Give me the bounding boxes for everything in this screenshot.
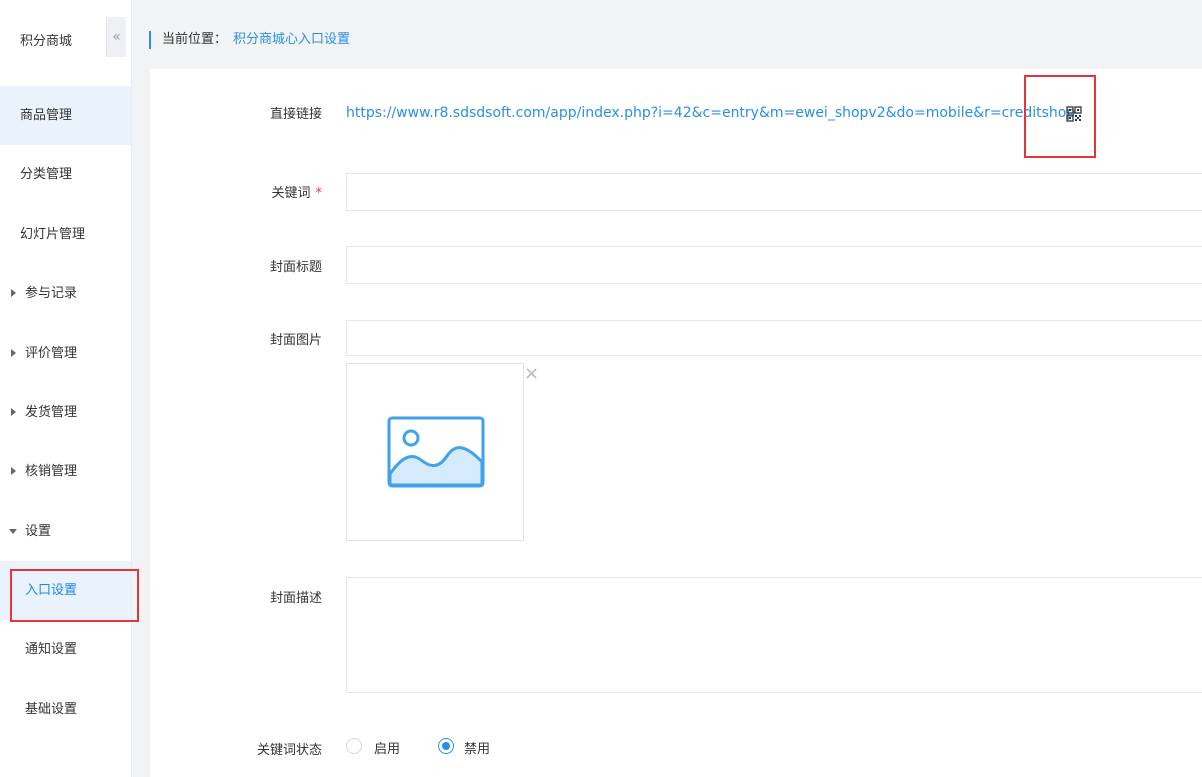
- collapse-sidebar-button[interactable]: «: [106, 17, 126, 57]
- caret-down-icon: [9, 529, 17, 534]
- radio-disable[interactable]: [438, 738, 454, 754]
- keyword-label-text: 关键词: [271, 186, 311, 201]
- breadcrumb-label: 当前位置：: [162, 32, 228, 47]
- caret-right-icon: [11, 289, 16, 297]
- caret-right-icon: [11, 408, 16, 416]
- double-chevron-left-icon: «: [112, 29, 121, 45]
- cover-description-label: 封面描述: [269, 591, 322, 606]
- radio-disable-label[interactable]: 禁用: [464, 738, 490, 757]
- sidebar-item-label: 入口设置: [25, 583, 78, 598]
- radio-enable[interactable]: [346, 738, 362, 754]
- sidebar-item-notification-settings[interactable]: 通知设置: [0, 620, 131, 679]
- cover-title-input[interactable]: [346, 246, 1202, 284]
- sidebar-item-label: 核销管理: [25, 464, 78, 479]
- direct-link-label: 直接链接: [269, 107, 322, 122]
- sidebar-item-shipping[interactable]: 发货管理: [0, 383, 131, 442]
- sidebar-item-label: 幻灯片管理: [20, 227, 86, 242]
- keyword-status-label: 关键词状态: [256, 743, 322, 758]
- qrcode-icon[interactable]: [1066, 106, 1082, 122]
- sidebar-item-label: 商品管理: [20, 108, 73, 123]
- main-panel: 直接链接 https://www.r8.sdsdsoft.com/app/ind…: [150, 69, 1202, 777]
- radio-enable-label[interactable]: 启用: [374, 738, 400, 757]
- sidebar-title: 积分商城: [20, 34, 73, 49]
- caret-right-icon: [11, 349, 16, 357]
- sidebar-item-verification[interactable]: 核销管理: [0, 442, 131, 501]
- direct-link-url[interactable]: https://www.r8.sdsdsoft.com/app/index.ph…: [346, 105, 1075, 121]
- cover-title-label: 封面标题: [269, 260, 322, 275]
- sidebar-item-entry-settings[interactable]: 入口设置: [0, 561, 131, 620]
- keyword-input[interactable]: [346, 173, 1202, 211]
- breadcrumb-current[interactable]: 积分商城心入口设置: [233, 32, 350, 47]
- sidebar-item-label: 基础设置: [25, 702, 78, 717]
- caret-right-icon: [11, 467, 16, 475]
- keyword-label: 关键词 *: [162, 182, 322, 201]
- sidebar-item-label: 参与记录: [25, 286, 78, 301]
- cover-description-textarea[interactable]: [346, 577, 1202, 693]
- sidebar-item-label: 设置: [25, 524, 52, 539]
- sidebar-item-label: 评价管理: [25, 346, 78, 361]
- sidebar-item-label: 分类管理: [20, 167, 73, 182]
- sidebar-item-products[interactable]: 商品管理: [0, 86, 131, 145]
- sidebar-item-settings[interactable]: 设置: [0, 502, 131, 561]
- sidebar-item-participation-records[interactable]: 参与记录: [0, 264, 131, 323]
- remove-image-icon[interactable]: ×: [524, 365, 539, 383]
- sidebar-item-reviews[interactable]: 评价管理: [0, 324, 131, 383]
- sidebar-item-basic-settings[interactable]: 基础设置: [0, 680, 131, 739]
- sidebar-item-categories[interactable]: 分类管理: [0, 145, 131, 204]
- sidebar: 积分商城 « 商品管理 分类管理 幻灯片管理 参与记录 评价管理 发货管理 核销…: [0, 0, 132, 777]
- cover-image-input[interactable]: [346, 320, 1202, 356]
- sidebar-item-slideshow[interactable]: 幻灯片管理: [0, 205, 131, 264]
- breadcrumb: 当前位置： 积分商城心入口设置: [149, 31, 350, 49]
- sidebar-item-label: 通知设置: [25, 642, 78, 657]
- cover-image-label: 封面图片: [269, 333, 322, 348]
- required-mark: *: [315, 186, 323, 201]
- image-placeholder-icon: [387, 416, 485, 488]
- cover-image-thumbnail[interactable]: [346, 363, 524, 541]
- sidebar-item-label: 发货管理: [25, 405, 78, 420]
